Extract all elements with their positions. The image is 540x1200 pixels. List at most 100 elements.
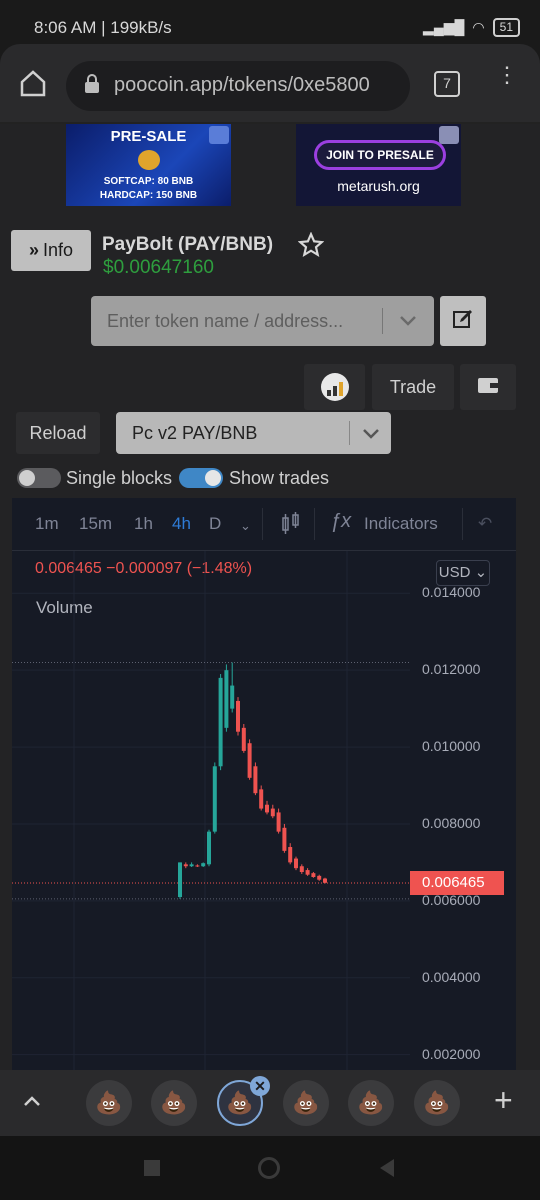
candle-body	[299, 866, 304, 873]
single-blocks-label: Single blocks	[66, 468, 173, 488]
price-axis-tick: 0.002000	[422, 1045, 481, 1062]
status-time: 8:06 AM | 199kB/s	[34, 18, 172, 37]
banner-site: metarush.org	[337, 178, 420, 194]
browser-tab[interactable]: ✕ 💩	[217, 1076, 270, 1126]
candle-body	[207, 831, 211, 865]
status-icons: ▂▄▆█ ◠ 51	[423, 18, 520, 37]
candle-body	[265, 804, 269, 813]
browser-toolbar: poocoin.app/tokens/0xe5800 7 ⋮	[0, 44, 540, 124]
star-icon[interactable]	[297, 231, 325, 263]
tab-favicon-icon: 💩	[292, 1090, 320, 1115]
single-blocks-toggle[interactable]	[17, 468, 61, 488]
signal-icon: ▂▄▆█	[423, 19, 465, 35]
price-axis-tick: 0.008000	[422, 814, 481, 831]
browser-tab[interactable]: 💩	[151, 1080, 197, 1126]
candle-body	[247, 743, 252, 778]
candle-body	[189, 864, 194, 867]
tab-favicon-icon: 💩	[95, 1090, 123, 1115]
candle-body	[195, 865, 200, 867]
wallet-button[interactable]	[460, 364, 516, 410]
candle-body	[212, 766, 217, 832]
last-price-tag: 0.006465	[410, 870, 504, 895]
price-axis-tick: 0.010000	[422, 738, 481, 755]
home-icon[interactable]	[18, 68, 48, 98]
banner-title: PRE-SALE	[110, 128, 187, 145]
candle-body	[241, 727, 246, 751]
candle-body	[311, 873, 316, 878]
toggle-knob	[19, 470, 35, 486]
candle-body	[270, 808, 275, 817]
price-axis-tick: 0.012000	[422, 661, 481, 678]
presale-banner-right[interactable]: JOIN TO PRESALE metarush.org	[296, 124, 461, 206]
candle-body	[282, 827, 287, 851]
menu-icon[interactable]: ⋮	[496, 64, 518, 86]
url-field[interactable]: poocoin.app/tokens/0xe5800	[66, 61, 410, 111]
candle-body	[305, 870, 310, 875]
reload-button[interactable]: Reload	[16, 412, 100, 454]
chevron-down-icon[interactable]	[396, 308, 420, 337]
token-search-field[interactable]: Enter token name / address...	[91, 296, 434, 346]
url-text: poocoin.app/tokens/0xe5800	[114, 74, 370, 96]
candle-body	[218, 677, 223, 767]
separator	[382, 308, 383, 334]
separator	[349, 421, 350, 445]
banner-hardcap: HARDCAP: 150 BNB	[99, 190, 198, 201]
tab-favicon-icon: 💩	[423, 1090, 451, 1115]
candle-body	[201, 863, 206, 867]
browser-tab[interactable]: 💩	[414, 1080, 460, 1126]
tab-favicon-icon: 💩	[226, 1090, 254, 1115]
candle-body	[317, 875, 322, 880]
info-button-label: Info	[42, 240, 74, 260]
pair-select[interactable]: Pc v2 PAY/BNB	[116, 412, 391, 454]
banner-softcap: SOFTCAP: 80 BNB	[103, 176, 194, 187]
token-name: PayBolt (PAY/BNB)	[102, 234, 274, 255]
browser-tab[interactable]: 💩	[348, 1080, 394, 1126]
toggle-knob	[205, 470, 221, 486]
close-tab-icon[interactable]: ✕	[250, 1076, 270, 1096]
edit-icon	[451, 307, 475, 336]
candle-body	[178, 862, 182, 897]
coin-icon	[138, 150, 160, 170]
candle-body	[183, 864, 188, 867]
recents-icon[interactable]	[144, 1160, 160, 1176]
edit-button[interactable]	[440, 296, 486, 346]
info-button[interactable]: » Info	[11, 230, 91, 271]
home-nav-icon[interactable]	[258, 1157, 280, 1179]
browser-tab[interactable]: 💩	[283, 1080, 329, 1126]
search-placeholder: Enter token name / address...	[107, 311, 344, 331]
lock-icon	[84, 74, 100, 99]
system-navigation	[0, 1136, 540, 1200]
presale-banner-left[interactable]: PRE-SALE SOFTCAP: 80 BNB HARDCAP: 150 BN…	[66, 124, 231, 206]
show-trades-toggle[interactable]	[179, 468, 223, 488]
candle-body	[294, 858, 298, 869]
chevron-down-icon	[359, 421, 383, 450]
candle-body	[323, 878, 327, 883]
join-presale-button[interactable]: JOIN TO PRESALE	[314, 140, 446, 170]
tab-favicon-icon: 💩	[357, 1090, 385, 1115]
back-icon[interactable]	[378, 1158, 396, 1183]
tab-strip: 💩 💩 ✕ 💩 💩 💩 💩 +	[0, 1070, 540, 1136]
price-axis-tick: 0.004000	[422, 968, 481, 985]
candle-body	[259, 789, 264, 809]
wifi-icon: ◠	[472, 19, 485, 35]
poocoin-logo-icon	[320, 373, 349, 401]
wallet-icon	[477, 375, 499, 400]
chart-logo-button[interactable]	[304, 364, 365, 410]
tab-favicon-icon: 💩	[160, 1090, 188, 1115]
battery-icon: 51	[492, 18, 520, 37]
new-tab-button[interactable]: +	[494, 1082, 513, 1119]
pair-selected-value: Pc v2 PAY/BNB	[132, 423, 258, 443]
show-trades-label: Show trades	[229, 468, 330, 488]
page-content: PRE-SALE SOFTCAP: 80 BNB HARDCAP: 150 BN…	[0, 124, 540, 1070]
candle-body	[236, 700, 240, 732]
token-price: $0.00647160	[103, 257, 214, 278]
chevron-up-icon[interactable]	[20, 1090, 44, 1119]
browser-tab[interactable]: 💩	[86, 1080, 132, 1126]
tab-switcher-button[interactable]: 7	[434, 71, 460, 97]
candle-body	[230, 685, 235, 709]
trade-button[interactable]: Trade	[372, 364, 454, 410]
price-chart[interactable]: 1m 15m 1h 4h D ⌄ ƒx Indicators ↶ 0.00646…	[12, 498, 516, 1070]
candle-body	[253, 766, 258, 794]
cat-logo-icon	[439, 126, 459, 144]
price-axis-tick: 0.014000	[422, 584, 481, 601]
